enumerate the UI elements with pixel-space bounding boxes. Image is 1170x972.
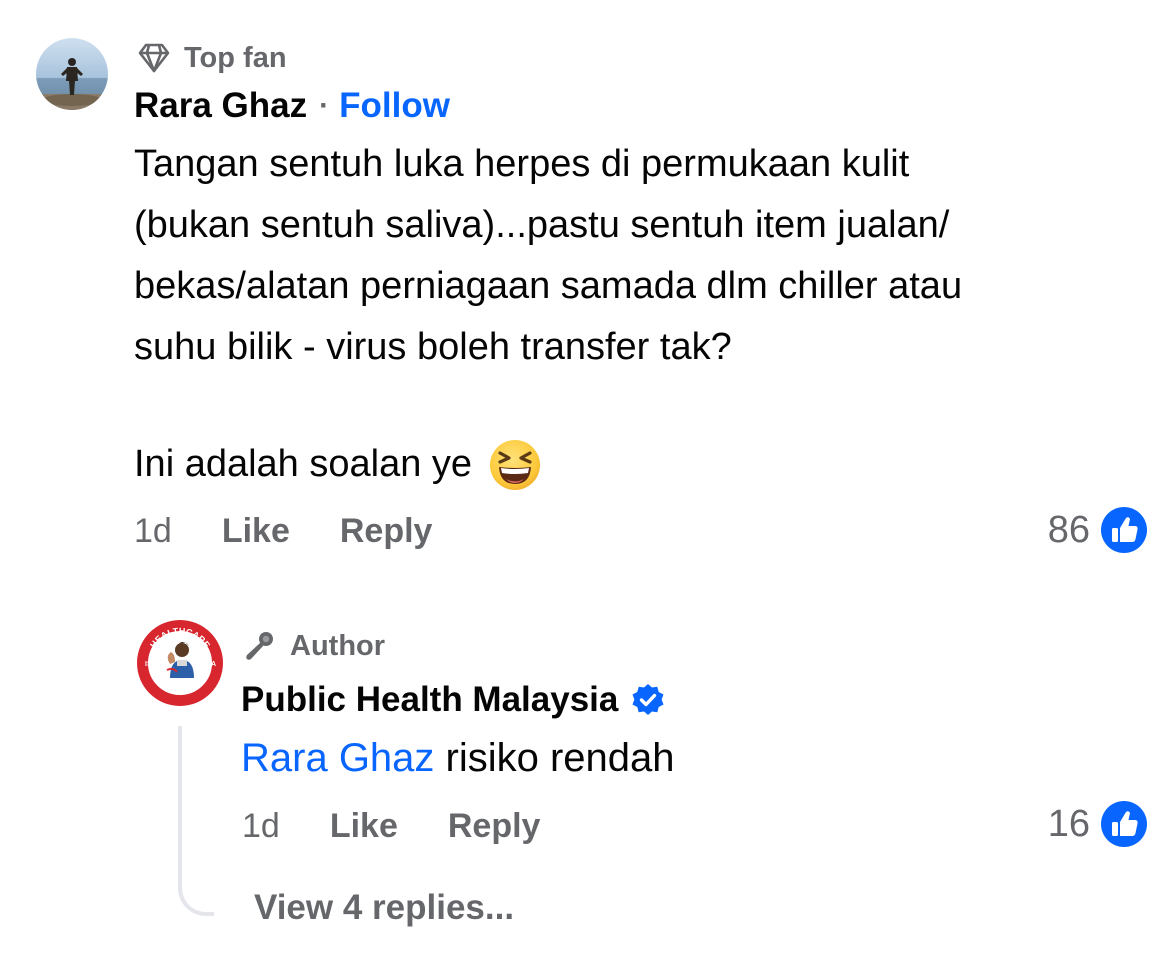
verified-badge-icon <box>630 682 666 718</box>
separator-dot: · <box>319 89 330 122</box>
comment-timestamp[interactable]: 1d <box>134 512 172 551</box>
top-fan-badge: Top fan <box>136 40 287 76</box>
reply-author-name[interactable]: Public Health Malaysia <box>241 680 618 720</box>
reply-body-text: risiko rendah <box>434 736 675 780</box>
reply-like-button[interactable]: Like <box>330 807 398 846</box>
reply-reaction-count-value: 16 <box>1047 802 1090 845</box>
grinning-squinting-face-emoji <box>488 438 542 492</box>
avatar-text-right: A <box>211 661 216 668</box>
reply-reaction-count[interactable]: 16 <box>1048 800 1148 848</box>
avatar-text-left: IS <box>145 661 152 668</box>
author-badge-label: Author <box>290 629 386 662</box>
reply-mention-link[interactable]: Rara Ghaz <box>241 736 434 780</box>
comment-author-row: Rara Ghaz · Follow <box>134 86 450 126</box>
reply-actions: 1d Like Reply <box>242 807 540 846</box>
comment-reaction-count[interactable]: 86 <box>1048 506 1148 554</box>
thread-connector-line <box>178 726 214 916</box>
avatar-public-health-malaysia[interactable]: HEALTHCARE HUMAN RIGHT IS A <box>137 620 223 706</box>
avatar-rara-ghaz[interactable] <box>36 38 108 110</box>
author-badge: Author <box>242 628 385 664</box>
comment-author-name[interactable]: Rara Ghaz <box>134 86 307 126</box>
reply-timestamp[interactable]: 1d <box>242 807 280 846</box>
diamond-icon <box>136 40 172 76</box>
like-icon <box>1100 800 1148 848</box>
comment-body: Tangan sentuh luka herpes di permukaan k… <box>134 143 963 368</box>
comment-actions: 1d Like Reply <box>134 512 432 551</box>
follow-button[interactable]: Follow <box>339 86 450 126</box>
like-button[interactable]: Like <box>222 512 290 551</box>
reply-body: Rara Ghaz risiko rendah <box>241 730 675 786</box>
comment-body-line-2: Ini adalah soalan ye <box>134 434 542 495</box>
like-icon <box>1100 506 1148 554</box>
reply-reply-button[interactable]: Reply <box>448 807 541 846</box>
view-more-replies-link[interactable]: View 4 replies... <box>254 888 514 928</box>
reply-author-row: Public Health Malaysia <box>241 680 666 720</box>
microphone-icon <box>242 628 278 664</box>
top-fan-label: Top fan <box>184 41 287 74</box>
reaction-count-value: 86 <box>1047 508 1090 551</box>
reply-button[interactable]: Reply <box>340 512 433 551</box>
comment-body-question: Ini adalah soalan ye <box>134 443 473 485</box>
